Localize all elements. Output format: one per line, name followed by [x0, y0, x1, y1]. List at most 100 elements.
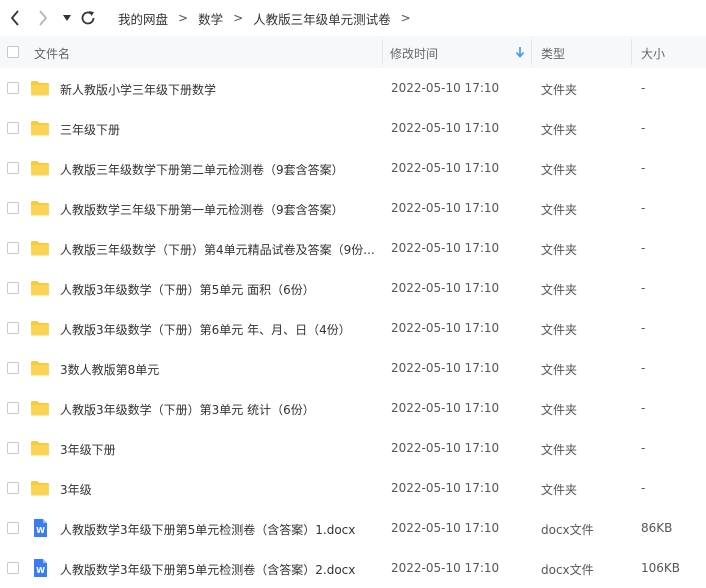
file-size: -: [641, 481, 646, 495]
folder-icon: [30, 478, 50, 498]
file-size: -: [641, 81, 646, 95]
file-name[interactable]: 人教版3年级数学（下册）第3单元 统计（6份）: [60, 401, 315, 418]
refresh-icon[interactable]: [78, 8, 98, 28]
file-row[interactable]: 人教版三年级数学（下册）第4单元精品试卷及答案（9份... 2022-05-10 …: [0, 228, 706, 268]
file-modified-time: 2022-05-10 17:10: [391, 481, 500, 495]
breadcrumb: 我的网盘 > 数学 > 人教版三年级单元测试卷 >: [118, 9, 421, 27]
file-row[interactable]: 3年级 2022-05-10 17:10 文件夹 -: [0, 468, 706, 508]
row-checkbox[interactable]: [7, 242, 19, 254]
file-type: 文件夹: [541, 243, 578, 257]
file-name[interactable]: 人教版三年级数学（下册）第4单元精品试卷及答案（9份...: [60, 241, 375, 258]
file-name[interactable]: 人教版3年级数学（下册）第6单元 年、月、日（4份）: [60, 321, 351, 338]
file-size: -: [641, 161, 646, 175]
column-divider[interactable]: [531, 39, 532, 65]
folder-icon: [30, 238, 50, 258]
file-type: docx文件: [541, 523, 594, 537]
file-type: 文件夹: [541, 123, 578, 137]
file-modified-time: 2022-05-10 17:10: [391, 121, 500, 135]
file-modified-time: 2022-05-10 17:10: [391, 361, 500, 375]
file-modified-time: 2022-05-10 17:10: [391, 81, 500, 95]
column-header-name[interactable]: 文件名: [34, 45, 70, 62]
row-checkbox[interactable]: [7, 162, 19, 174]
column-header-type[interactable]: 类型: [541, 45, 565, 62]
file-size: -: [641, 281, 646, 295]
file-size: -: [641, 201, 646, 215]
file-type: 文件夹: [541, 443, 578, 457]
file-modified-time: 2022-05-10 17:10: [391, 521, 500, 535]
folder-icon: [30, 318, 50, 338]
row-checkbox[interactable]: [7, 322, 19, 334]
file-row[interactable]: 人教版数学3年级下册第5单元检测卷（含答案）1.docx 2022-05-10 1…: [0, 508, 706, 548]
caret-down-icon[interactable]: [60, 10, 74, 26]
column-header-date[interactable]: 修改时间: [390, 45, 438, 62]
file-size: -: [641, 121, 646, 135]
column-header-size[interactable]: 大小: [641, 45, 665, 62]
file-row[interactable]: 人教版数学3年级下册第5单元检测卷（含答案）2.docx 2022-05-10 1…: [0, 548, 706, 588]
file-row[interactable]: 人教版3年级数学（下册）第6单元 年、月、日（4份） 2022-05-10 17:…: [0, 308, 706, 348]
chevron-left-icon[interactable]: [6, 8, 24, 28]
folder-icon: [30, 118, 50, 138]
select-all-checkbox[interactable]: [7, 46, 19, 58]
row-checkbox[interactable]: [7, 402, 19, 414]
folder-icon: [30, 398, 50, 418]
file-name[interactable]: 人教版3年级数学（下册）第5单元 面积（6份）: [60, 281, 315, 298]
file-row[interactable]: 3年级下册 2022-05-10 17:10 文件夹 -: [0, 428, 706, 468]
breadcrumb-item[interactable]: 数学: [198, 9, 223, 28]
file-name[interactable]: 人教版数学三年级下册第一单元检测卷（9套含答案）: [60, 201, 344, 218]
file-row[interactable]: 人教版3年级数学（下册）第5单元 面积（6份） 2022-05-10 17:10 文…: [0, 268, 706, 308]
file-size: -: [641, 441, 646, 455]
file-modified-time: 2022-05-10 17:10: [391, 321, 500, 335]
file-size: 86KB: [641, 521, 673, 535]
file-name[interactable]: 人教版数学3年级下册第5单元检测卷（含答案）1.docx: [60, 521, 355, 538]
file-type: 文件夹: [541, 283, 578, 297]
file-type: 文件夹: [541, 203, 578, 217]
row-checkbox[interactable]: [7, 522, 19, 534]
file-row[interactable]: 新人教版小学三年级下册数学 2022-05-10 17:10 文件夹 -: [0, 68, 706, 108]
file-size: 106KB: [641, 561, 681, 575]
file-modified-time: 2022-05-10 17:10: [391, 241, 500, 255]
file-type: 文件夹: [541, 323, 578, 337]
file-name[interactable]: 3年级: [60, 481, 92, 498]
file-modified-time: 2022-05-10 17:10: [391, 281, 500, 295]
file-row[interactable]: 人教版三年级数学下册第二单元检测卷（9套含答案） 2022-05-10 17:10…: [0, 148, 706, 188]
file-size: -: [641, 401, 646, 415]
breadcrumb-item[interactable]: 人教版三年级单元测试卷: [253, 9, 391, 28]
file-size: -: [641, 361, 646, 375]
chevron-right-icon[interactable]: [34, 8, 52, 28]
file-size: -: [641, 241, 646, 255]
file-row[interactable]: 三年级下册 2022-05-10 17:10 文件夹 -: [0, 108, 706, 148]
file-type: docx文件: [541, 563, 594, 577]
file-modified-time: 2022-05-10 17:10: [391, 161, 500, 175]
file-name[interactable]: 人教版三年级数学下册第二单元检测卷（9套含答案）: [60, 161, 344, 178]
file-name[interactable]: 3年级下册: [60, 441, 116, 458]
folder-icon: [30, 198, 50, 218]
file-type: 文件夹: [541, 83, 578, 97]
folder-icon: [30, 158, 50, 178]
row-checkbox[interactable]: [7, 82, 19, 94]
breadcrumb-separator: >: [400, 11, 411, 25]
sort-descending-icon[interactable]: [515, 46, 525, 58]
row-checkbox[interactable]: [7, 362, 19, 374]
file-name[interactable]: 人教版数学3年级下册第5单元检测卷（含答案）2.docx: [60, 561, 355, 578]
file-name[interactable]: 新人教版小学三年级下册数学: [60, 81, 216, 98]
folder-icon: [30, 358, 50, 378]
folder-icon: [30, 278, 50, 298]
word-doc-icon: [30, 518, 50, 538]
file-name[interactable]: 三年级下册: [60, 121, 120, 138]
row-checkbox[interactable]: [7, 442, 19, 454]
breadcrumb-item[interactable]: 我的网盘: [118, 9, 168, 28]
file-row[interactable]: 人教版数学三年级下册第一单元检测卷（9套含答案） 2022-05-10 17:10…: [0, 188, 706, 228]
row-checkbox[interactable]: [7, 122, 19, 134]
file-name[interactable]: 3数人教版第8单元: [60, 361, 159, 378]
column-divider[interactable]: [382, 39, 383, 65]
breadcrumb-separator: >: [233, 11, 244, 25]
row-checkbox[interactable]: [7, 202, 19, 214]
column-divider[interactable]: [631, 39, 632, 65]
file-row[interactable]: 人教版3年级数学（下册）第3单元 统计（6份） 2022-05-10 17:10 文…: [0, 388, 706, 428]
row-checkbox[interactable]: [7, 482, 19, 494]
file-modified-time: 2022-05-10 17:10: [391, 201, 500, 215]
row-checkbox[interactable]: [7, 282, 19, 294]
row-checkbox[interactable]: [7, 562, 19, 574]
file-size: -: [641, 321, 646, 335]
file-row[interactable]: 3数人教版第8单元 2022-05-10 17:10 文件夹 -: [0, 348, 706, 388]
